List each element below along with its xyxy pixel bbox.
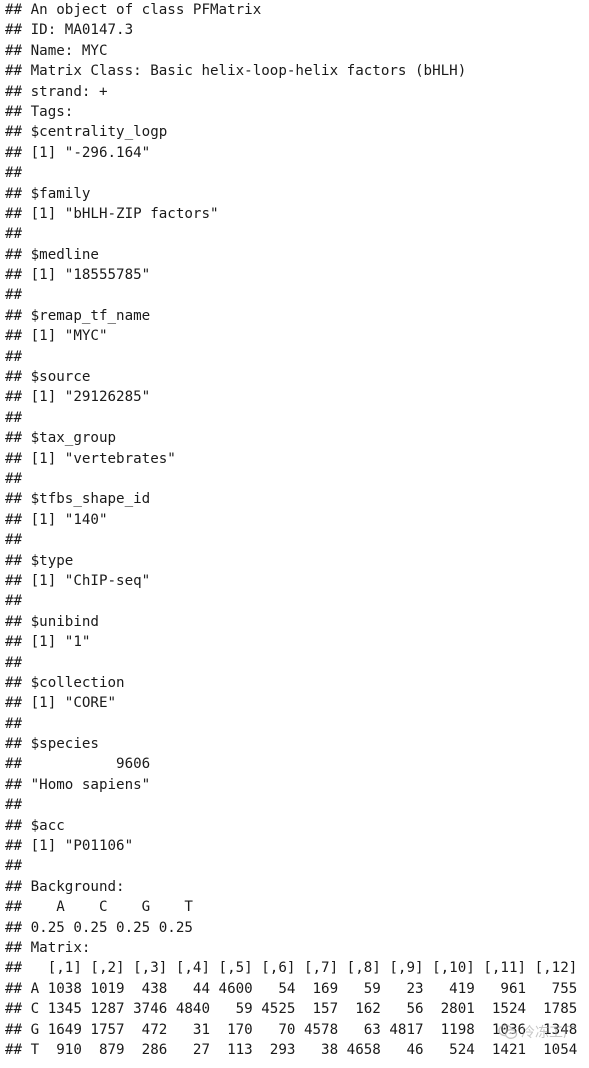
console-line: ## C 1345 1287 3746 4840 59 4525 157 162… (5, 1001, 578, 1018)
console-line: ## [1] "vertebrates" (5, 450, 176, 467)
console-line: ## (5, 654, 23, 671)
console-line: ## [,1] [,2] [,3] [,4] [,5] [,6] [,7] [,… (5, 960, 578, 977)
console-line: ## (5, 715, 23, 732)
watermark-text: 冷冻工厂 (521, 1025, 577, 1041)
console-line: ## [1] "CORE" (5, 695, 117, 712)
console-line: ## [1] "1" (5, 634, 91, 651)
console-line: ## T 910 879 286 27 113 293 38 4658 46 5… (5, 1041, 578, 1058)
console-line: ## ID: MA0147.3 (5, 22, 134, 39)
console-line: ## (5, 470, 23, 487)
console-line: ## $medline (5, 246, 99, 263)
console-line: ## (5, 593, 23, 610)
console-line: ## $species (5, 736, 99, 753)
console-line: ## [1] "18555785" (5, 267, 151, 284)
console-line: ## $remap_tf_name (5, 307, 151, 324)
console-line: ## Matrix Class: Basic helix-loop-helix … (5, 63, 467, 80)
watermark: 冷冻工厂 (498, 1022, 577, 1042)
console-line: ## (5, 409, 23, 426)
r-console-output: ## An object of class PFMatrix ## ID: MA0… (5, 0, 589, 1060)
console-line: ## (5, 165, 23, 182)
console-line: ## A 1038 1019 438 44 4600 54 169 59 23 … (5, 980, 578, 997)
console-line: ## [1] "bHLH-ZIP factors" (5, 205, 219, 222)
console-line: ## (5, 797, 23, 814)
console-line: ## [1] "-296.164" (5, 144, 151, 161)
console-line: ## 0.25 0.25 0.25 0.25 (5, 919, 193, 936)
console-line: ## 9606 (5, 756, 151, 773)
console-line: ## Tags: (5, 103, 74, 120)
console-line: ## $acc (5, 817, 65, 834)
console-line: ## $source (5, 369, 91, 386)
console-line: ## $type (5, 552, 74, 569)
console-line: ## $tax_group (5, 430, 117, 447)
console-line: ## strand: + (5, 83, 108, 100)
console-line: ## Matrix: (5, 939, 91, 956)
console-line: ## (5, 532, 23, 549)
console-line: ## A C G T (5, 899, 193, 916)
console-line: ## $unibind (5, 613, 99, 630)
console-line: ## Background: (5, 878, 125, 895)
console-line: ## [1] "MYC" (5, 328, 108, 345)
console-line: ## [1] "140" (5, 511, 108, 528)
console-line: ## [1] "29126285" (5, 389, 151, 406)
console-line: ## (5, 226, 23, 243)
console-line: ## An object of class PFMatrix (5, 2, 262, 18)
console-line: ## $tfbs_shape_id (5, 491, 151, 508)
console-line: ## [1] "ChIP-seq" (5, 572, 151, 589)
console-line: ## $centrality_logp (5, 124, 168, 141)
console-line: ## $family (5, 185, 91, 202)
console-line: ## $collection (5, 674, 125, 691)
console-line: ## (5, 348, 23, 365)
wechat-icon (498, 1024, 518, 1040)
console-line: ## (5, 858, 23, 875)
console-line: ## "Homo sapiens" (5, 776, 151, 793)
console-line: ## Name: MYC (5, 42, 108, 59)
console-line: ## (5, 287, 23, 304)
console-line: ## [1] "P01106" (5, 838, 134, 855)
